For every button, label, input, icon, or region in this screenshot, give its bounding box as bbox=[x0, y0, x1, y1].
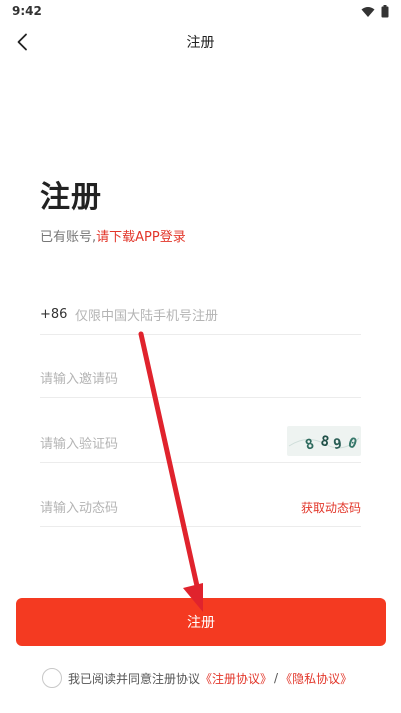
captcha-input[interactable] bbox=[40, 428, 280, 460]
invite-code-input[interactable] bbox=[40, 363, 361, 395]
invite-code-field bbox=[40, 361, 361, 398]
agreement-separator: / bbox=[274, 671, 279, 685]
register-button[interactable]: 注册 bbox=[16, 598, 386, 646]
agreement-row: 我已阅读并同意注册协议 《注册协议》 / 《隐私协议》 bbox=[42, 668, 352, 688]
captcha-digit: 9 bbox=[332, 436, 343, 453]
captcha-image-graphic: 8890 bbox=[288, 433, 360, 454]
captcha-field: 8890 bbox=[40, 426, 361, 463]
wifi-icon bbox=[361, 6, 375, 17]
sms-code-input[interactable] bbox=[40, 492, 280, 524]
get-sms-code-button[interactable]: 获取动态码 bbox=[301, 499, 361, 516]
login-hint: 已有账号,请下载APP登录 bbox=[40, 226, 186, 245]
captcha-digit: 8 bbox=[303, 436, 316, 454]
status-bar: 9:42 bbox=[0, 0, 401, 24]
app-bar-title: 注册 bbox=[186, 35, 215, 51]
agreement-text: 我已阅读并同意注册协议 bbox=[68, 671, 201, 686]
captcha-image[interactable]: 8890 bbox=[287, 426, 361, 456]
login-hint-text: 已有账号, bbox=[40, 230, 97, 245]
sms-code-field: 获取动态码 bbox=[40, 490, 361, 527]
captcha-digit: 8 bbox=[319, 433, 330, 450]
register-agreement-link[interactable]: 《注册协议》 bbox=[200, 670, 272, 687]
agreement-checkbox[interactable] bbox=[42, 668, 62, 688]
phone-field: +86 bbox=[40, 298, 361, 335]
country-code[interactable]: +86 bbox=[40, 307, 67, 322]
battery-icon bbox=[381, 5, 389, 18]
phone-input[interactable] bbox=[75, 300, 355, 332]
status-time: 9:42 bbox=[12, 4, 42, 18]
captcha-digit: 0 bbox=[346, 435, 359, 453]
status-icons bbox=[361, 5, 389, 18]
privacy-agreement-link[interactable]: 《隐私协议》 bbox=[280, 670, 352, 687]
app-bar: 注册 bbox=[0, 24, 401, 60]
download-app-link[interactable]: 请下载APP登录 bbox=[96, 230, 186, 245]
page-title: 注册 bbox=[40, 180, 102, 215]
